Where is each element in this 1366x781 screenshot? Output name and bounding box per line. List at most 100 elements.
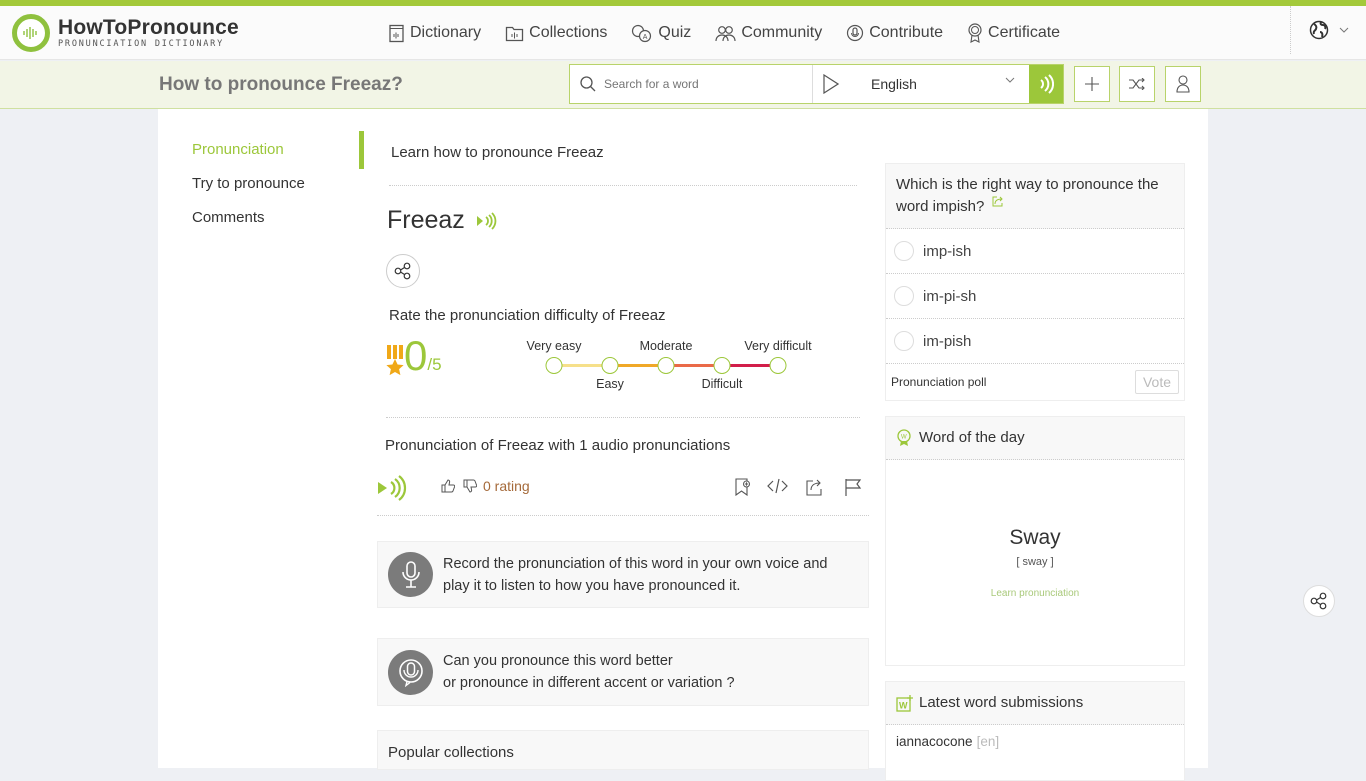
thumbs-down-icon[interactable] (463, 479, 477, 493)
user-account-button[interactable] (1165, 66, 1201, 102)
share-word-button[interactable] (386, 254, 420, 288)
radio-button[interactable] (894, 286, 914, 306)
record-text-line2: play it to listen to how you have pronou… (443, 577, 741, 594)
language-select[interactable]: English (813, 65, 1029, 103)
nav-collections-label: Collections (529, 24, 608, 41)
scale-option-very-difficult[interactable] (769, 357, 787, 374)
medal-icon (386, 345, 404, 376)
embed-code-icon[interactable] (767, 478, 788, 494)
add-to-collection-icon[interactable] (735, 478, 751, 496)
nav-dictionary-label: Dictionary (410, 24, 482, 41)
logo-subtitle: Pronunciation Dictionary (58, 39, 225, 49)
logo[interactable]: HowToPronounce Pronunciation Dictionary (12, 14, 239, 52)
nav-dictionary[interactable]: Dictionary (388, 24, 481, 43)
section-nav-try-to-pronounce[interactable]: Try to pronounce (192, 175, 305, 192)
popular-collections-heading: Popular collections (377, 730, 869, 770)
main-content: Pronunciation Try to pronounce Comments … (158, 109, 1208, 781)
word-title: Freeaz (387, 206, 498, 235)
thumbs-up-icon[interactable] (441, 479, 455, 493)
scale-label-difficult: Difficult (701, 377, 743, 391)
divider (389, 185, 857, 186)
random-word-button[interactable] (1119, 66, 1155, 102)
radio-button[interactable] (894, 241, 914, 261)
poll-option-label: imp-ish (923, 242, 972, 260)
word-of-day-word: Sway (1009, 526, 1061, 549)
pronunciation-item: 0 rating (377, 474, 867, 516)
poll-option[interactable]: im-pi-sh (886, 274, 1184, 319)
radio-button[interactable] (894, 331, 914, 351)
nav-quiz[interactable]: A Quiz (631, 24, 691, 43)
logo-title: HowToPronounce (58, 16, 239, 39)
active-section-indicator (359, 131, 364, 169)
word-of-the-day: W Word of the day Sway [ sway ] Learn pr… (885, 416, 1185, 666)
submission-language: [en] (976, 734, 1000, 749)
divider (377, 515, 869, 516)
plus-icon (1085, 77, 1099, 91)
search-input[interactable] (604, 77, 794, 91)
language-menu-button[interactable] (1290, 6, 1366, 54)
poll-option-label: im-pish (923, 332, 972, 350)
nav-contribute[interactable]: Contribute (846, 24, 943, 43)
sound-waves-icon (1040, 74, 1054, 94)
nav-collections[interactable]: Collections (505, 24, 607, 42)
section-nav-pronunciation[interactable]: Pronunciation (192, 141, 305, 158)
contribute-mic-icon (388, 649, 433, 695)
nav-community-label: Community (741, 24, 823, 41)
play-audio-icon[interactable] (377, 475, 407, 501)
scale-option-easy[interactable] (601, 357, 619, 374)
learn-pronunciation-link[interactable]: Learn pronunciation (991, 588, 1079, 599)
word-of-day-phonetic: [ sway ] (1016, 556, 1054, 568)
share-icon[interactable] (992, 196, 1004, 207)
scale-option-very-easy[interactable] (545, 357, 563, 374)
learn-heading: Learn how to pronounce Freeaz (391, 144, 604, 161)
user-icon (1176, 75, 1190, 93)
contribute-pronunciation-card[interactable]: Can you pronounce this word better or pr… (377, 638, 869, 706)
floating-share-button[interactable] (1303, 585, 1335, 617)
share-icon (394, 262, 411, 280)
poll-question: Which is the right way to pronounce the … (896, 176, 1159, 215)
search-icon (580, 76, 596, 92)
certificate-icon (968, 23, 982, 43)
scale-option-difficult[interactable] (713, 357, 731, 374)
vote-button[interactable]: Vote (1134, 370, 1179, 394)
record-voice-card[interactable]: Record the pronunciation of this word in… (377, 541, 869, 608)
add-word-button[interactable] (1074, 66, 1110, 102)
pronunciation-count-title: Pronunciation of Freeaz with 1 audio pro… (385, 437, 731, 454)
shuffle-icon (1129, 78, 1145, 90)
record-text-line1: Record the pronunciation of this word in… (443, 555, 828, 572)
scale-option-moderate[interactable] (657, 357, 675, 374)
nav-certificate[interactable]: Certificate (967, 23, 1060, 43)
poll-option[interactable]: im-pish (886, 319, 1184, 364)
microphone-icon (388, 552, 433, 597)
pronounce-search-button[interactable] (1029, 65, 1063, 103)
report-flag-icon[interactable] (844, 478, 862, 496)
submissions-heading: Latest word submissions (919, 694, 1084, 711)
rating-count: 0 rating (483, 478, 530, 494)
share-icon[interactable] (806, 478, 824, 496)
community-icon (715, 25, 736, 41)
latest-word-submissions: W Latest word submissions iannacocone [en… (885, 681, 1185, 781)
poll-footer-label: Pronunciation poll (891, 375, 987, 389)
difficulty-scale: Very easy Easy Moderate Difficult Very d… (518, 339, 818, 401)
language-value: English (871, 76, 917, 92)
collections-icon (505, 26, 524, 41)
nav-community[interactable]: Community (715, 24, 822, 42)
contribute-text-line2: or pronounce in different accent or vari… (443, 675, 735, 691)
sub-header: How to pronounce Freeaz? English (0, 61, 1366, 109)
page-title: How to pronounce Freeaz? (159, 74, 403, 95)
pronunciation-poll: Which is the right way to pronounce the … (885, 163, 1185, 401)
poll-option[interactable]: imp-ish (886, 229, 1184, 274)
submission-item[interactable]: iannacocone [en] (886, 725, 1184, 758)
play-icon (823, 74, 839, 94)
play-audio-icon[interactable] (476, 211, 498, 230)
globe-icon (1309, 20, 1328, 40)
score-value: 0 (404, 332, 428, 379)
chevron-down-icon (1005, 77, 1015, 83)
scale-label-moderate: Moderate (639, 339, 693, 353)
section-nav-comments[interactable]: Comments (192, 209, 305, 226)
rate-difficulty-title: Rate the pronunciation difficulty of Fre… (389, 307, 666, 324)
logo-icon (12, 14, 50, 52)
nav-quiz-label: Quiz (658, 24, 692, 41)
award-icon: W (897, 429, 911, 446)
poll-option-label: im-pi-sh (923, 287, 977, 305)
